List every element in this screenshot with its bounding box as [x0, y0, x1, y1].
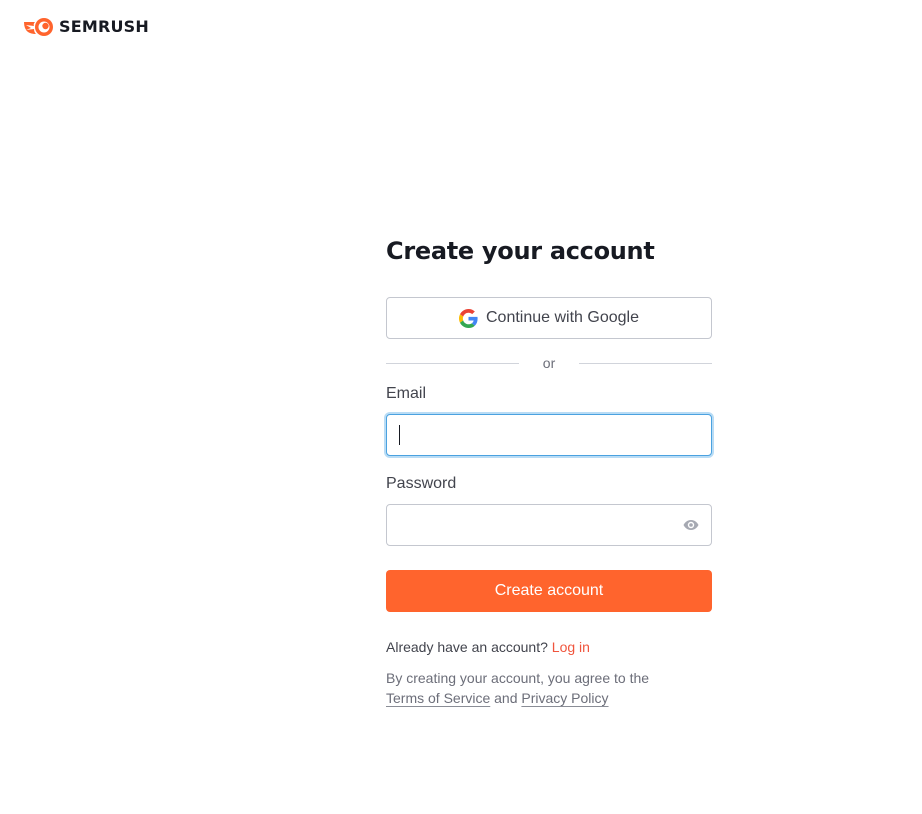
email-field-wrapper	[386, 414, 712, 456]
continue-with-google-button[interactable]: Continue with Google	[386, 297, 712, 339]
divider-line-right	[579, 362, 713, 364]
password-field-wrapper	[386, 504, 712, 546]
divider-text: or	[542, 355, 556, 371]
email-label: Email	[386, 385, 427, 402]
terms-and: and	[494, 690, 518, 706]
eye-icon[interactable]	[683, 518, 699, 532]
terms-prefix: By creating your account, you agree to t…	[386, 670, 650, 686]
login-prompt-text: Already have an account?	[386, 639, 548, 655]
create-account-button[interactable]: Create account	[386, 570, 712, 612]
login-prompt: Already have an account? Log in	[386, 637, 590, 657]
terms-of-service-link[interactable]: Terms of Service	[386, 690, 490, 706]
login-link[interactable]: Log in	[552, 639, 590, 655]
password-field[interactable]	[387, 505, 711, 545]
signup-form: Create your account Continue with Google…	[386, 234, 713, 706]
divider-line-left	[386, 362, 519, 364]
header: SEMRUSH	[23, 16, 149, 38]
or-divider: or	[386, 353, 713, 373]
google-button-label: Continue with Google	[486, 309, 639, 326]
google-icon	[459, 308, 478, 328]
terms-notice: By creating your account, you agree to t…	[386, 668, 712, 708]
password-label: Password	[386, 475, 457, 492]
semrush-logo-icon	[24, 18, 53, 36]
text-caret	[399, 425, 400, 445]
page-title: Create your account	[386, 237, 655, 265]
semrush-logo-text: SEMRUSH	[59, 17, 150, 36]
email-field[interactable]	[387, 415, 711, 455]
semrush-logo[interactable]: SEMRUSH	[23, 16, 149, 38]
privacy-policy-link[interactable]: Privacy Policy	[521, 690, 608, 706]
